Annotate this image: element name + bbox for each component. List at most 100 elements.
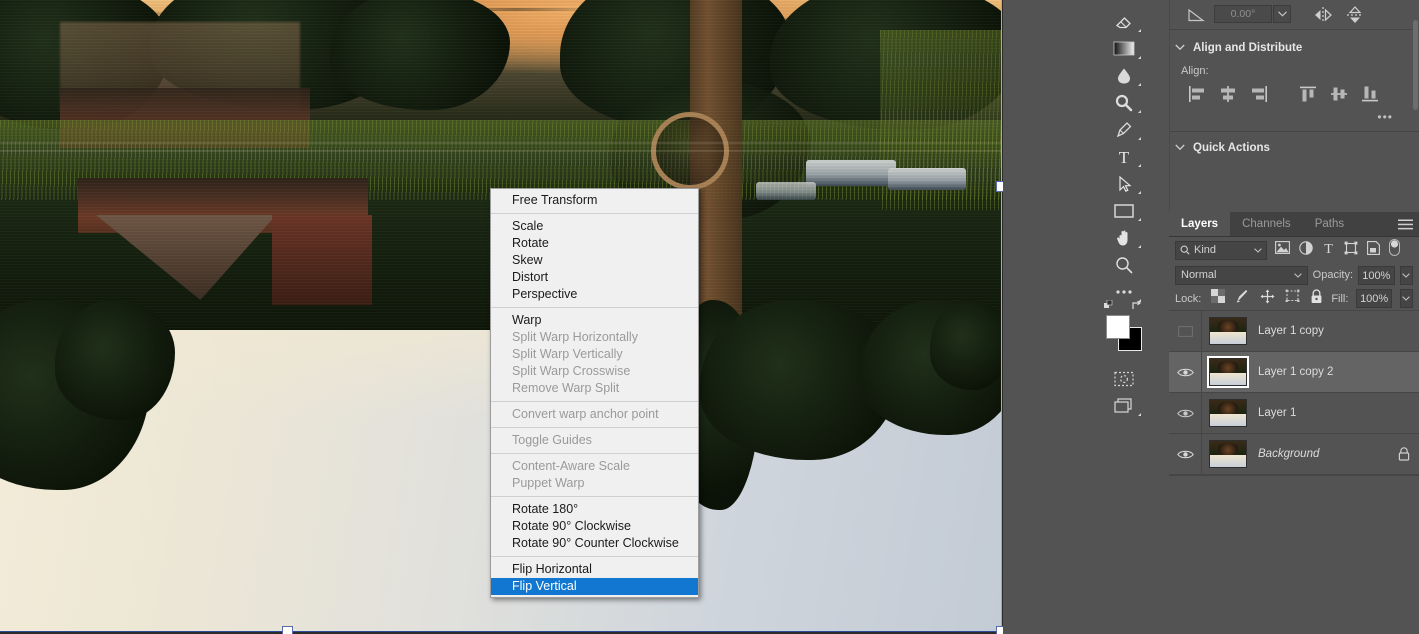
- lock-artboard-nesting-icon[interactable]: [1285, 289, 1300, 308]
- reset-colors-icon[interactable]: [1104, 300, 1114, 310]
- menu-item-free-transform[interactable]: Free Transform: [491, 192, 698, 209]
- lock-row[interactable]: Lock: Fill: 100%: [1169, 287, 1419, 311]
- filter-shape-icon[interactable]: [1344, 241, 1358, 260]
- foreground-color-swatch[interactable]: [1106, 315, 1130, 339]
- filter-type-icon[interactable]: T: [1322, 241, 1335, 260]
- layer-thumbnail[interactable]: [1202, 399, 1254, 427]
- layer-visibility-toggle[interactable]: [1169, 393, 1202, 433]
- color-swatches[interactable]: [1104, 300, 1144, 359]
- tab-paths[interactable]: Paths: [1303, 212, 1356, 236]
- menu-item-rotate-90-clockwise[interactable]: Rotate 90° Clockwise: [491, 518, 698, 535]
- layer-row[interactable]: Layer 1 copy 2: [1169, 352, 1419, 393]
- align-right-edges-icon: [1251, 86, 1267, 102]
- rectangle-tool[interactable]: [1104, 197, 1144, 224]
- tools-panel[interactable]: T: [1104, 0, 1144, 634]
- opacity-dropdown-caret[interactable]: [1399, 265, 1414, 285]
- filter-smartobject-icon[interactable]: [1367, 240, 1380, 260]
- menu-separator: [491, 453, 698, 454]
- tool-partial-top[interactable]: [1104, 0, 1144, 8]
- angle-dropdown-caret[interactable]: [1273, 5, 1291, 23]
- pen-tool[interactable]: [1104, 116, 1144, 143]
- align-horizontal-centers-button[interactable]: [1212, 81, 1243, 107]
- opacity-value-field[interactable]: 100%: [1358, 265, 1395, 285]
- path-selection-tool[interactable]: [1104, 170, 1144, 197]
- properties-scrollbar[interactable]: [1411, 0, 1418, 212]
- dodge-tool[interactable]: [1104, 89, 1144, 116]
- filter-toggle-icon[interactable]: [1389, 239, 1400, 261]
- align-and-distribute-section-header[interactable]: Align and Distribute: [1169, 37, 1419, 59]
- layer-thumbnail[interactable]: [1202, 440, 1254, 468]
- layer-visibility-toggle[interactable]: [1169, 434, 1202, 474]
- align-vertical-centers-button[interactable]: [1323, 81, 1354, 107]
- opacity-label: Opacity:: [1312, 269, 1354, 281]
- blur-tool[interactable]: [1104, 62, 1144, 89]
- menu-item-rotate[interactable]: Rotate: [491, 235, 698, 252]
- swap-colors-icon[interactable]: [1131, 300, 1143, 312]
- flip-horizontal-button[interactable]: [1310, 3, 1336, 27]
- filter-adjustment-icon[interactable]: [1299, 240, 1313, 260]
- fill-value-field[interactable]: 100%: [1356, 289, 1392, 308]
- hand-icon: [1117, 230, 1128, 245]
- panel-menu-button[interactable]: [1398, 212, 1413, 237]
- align-bottom-edges-button[interactable]: [1354, 81, 1385, 107]
- flip-horizontal-icon: [1315, 7, 1332, 23]
- menu-item-perspective[interactable]: Perspective: [491, 286, 698, 303]
- filter-pixel-icon[interactable]: [1275, 241, 1290, 259]
- layer-visibility-toggle[interactable]: [1169, 311, 1202, 351]
- angle-field[interactable]: 0.00°: [1214, 5, 1272, 23]
- eraser-tool[interactable]: [1104, 8, 1144, 35]
- layer-thumbnail[interactable]: [1202, 317, 1254, 345]
- menu-item-flip-horizontal[interactable]: Flip Horizontal: [491, 561, 698, 578]
- layer-filter-kind-select[interactable]: Kind: [1175, 240, 1267, 260]
- tab-channels[interactable]: Channels: [1230, 212, 1303, 236]
- menu-item-flip-vertical[interactable]: Flip Vertical: [491, 578, 698, 595]
- ellipsis-icon: •••: [1377, 110, 1393, 124]
- align-top-edges-button[interactable]: [1292, 81, 1323, 107]
- align-left-edges-button[interactable]: [1181, 81, 1212, 107]
- zoom-tool[interactable]: [1104, 251, 1144, 278]
- layer-name[interactable]: Layer 1: [1254, 407, 1389, 419]
- layers-panel: Layers Channels Paths Kind T Normal Opac…: [1169, 212, 1419, 634]
- blend-mode-select[interactable]: Normal: [1175, 265, 1308, 285]
- photoshop-window: Free Transform Scale Rotate Skew Distort…: [0, 0, 1419, 634]
- transform-options-row[interactable]: 0.00°: [1169, 0, 1419, 30]
- menu-item-scale[interactable]: Scale: [491, 218, 698, 235]
- menu-item-warp[interactable]: Warp: [491, 312, 698, 329]
- menu-item-rotate-180[interactable]: Rotate 180°: [491, 501, 698, 518]
- layer-filter-row[interactable]: Kind T: [1169, 237, 1419, 263]
- gradient-tool[interactable]: [1104, 35, 1144, 62]
- transform-context-menu[interactable]: Free Transform Scale Rotate Skew Distort…: [490, 188, 699, 598]
- quick-mask-button[interactable]: [1104, 365, 1144, 392]
- layer-name[interactable]: Layer 1 copy: [1254, 325, 1389, 337]
- layer-name[interactable]: Layer 1 copy 2: [1254, 366, 1389, 378]
- layers-panel-tabs[interactable]: Layers Channels Paths: [1169, 212, 1419, 237]
- align-more-options-button[interactable]: •••: [1169, 107, 1419, 127]
- lock-label: Lock:: [1175, 292, 1202, 305]
- layer-visibility-toggle[interactable]: [1169, 352, 1202, 392]
- layer-row[interactable]: Background: [1169, 434, 1419, 475]
- menu-item-rotate-90-counter-clockwise[interactable]: Rotate 90° Counter Clockwise: [491, 535, 698, 552]
- flip-vertical-button[interactable]: [1342, 3, 1368, 27]
- eye-icon: [1176, 409, 1194, 417]
- menu-item-distort[interactable]: Distort: [491, 269, 698, 286]
- fill-dropdown-caret[interactable]: [1399, 289, 1413, 308]
- align-right-edges-button[interactable]: [1243, 81, 1274, 107]
- hand-tool[interactable]: [1104, 224, 1144, 251]
- layer-row[interactable]: Layer 1: [1169, 393, 1419, 434]
- lock-transparent-pixels-icon[interactable]: [1211, 289, 1226, 308]
- layer-thumbnail[interactable]: [1202, 356, 1254, 388]
- screen-mode-button[interactable]: [1104, 392, 1144, 419]
- type-tool[interactable]: T: [1104, 143, 1144, 170]
- quick-actions-section-header[interactable]: Quick Actions: [1169, 137, 1419, 159]
- lock-position-icon[interactable]: [1260, 289, 1275, 309]
- lock-image-pixels-icon[interactable]: [1235, 289, 1250, 309]
- menu-item-skew[interactable]: Skew: [491, 252, 698, 269]
- tab-layers[interactable]: Layers: [1169, 212, 1231, 236]
- layer-name[interactable]: Background: [1254, 448, 1389, 460]
- chevron-down-icon: [1175, 42, 1185, 54]
- align-buttons-row[interactable]: [1169, 81, 1419, 107]
- align-top-edges-icon: [1299, 86, 1316, 102]
- blend-mode-row[interactable]: Normal Opacity: 100%: [1169, 263, 1419, 287]
- layer-row[interactable]: Layer 1 copy: [1169, 311, 1419, 352]
- lock-all-icon[interactable]: [1310, 288, 1323, 309]
